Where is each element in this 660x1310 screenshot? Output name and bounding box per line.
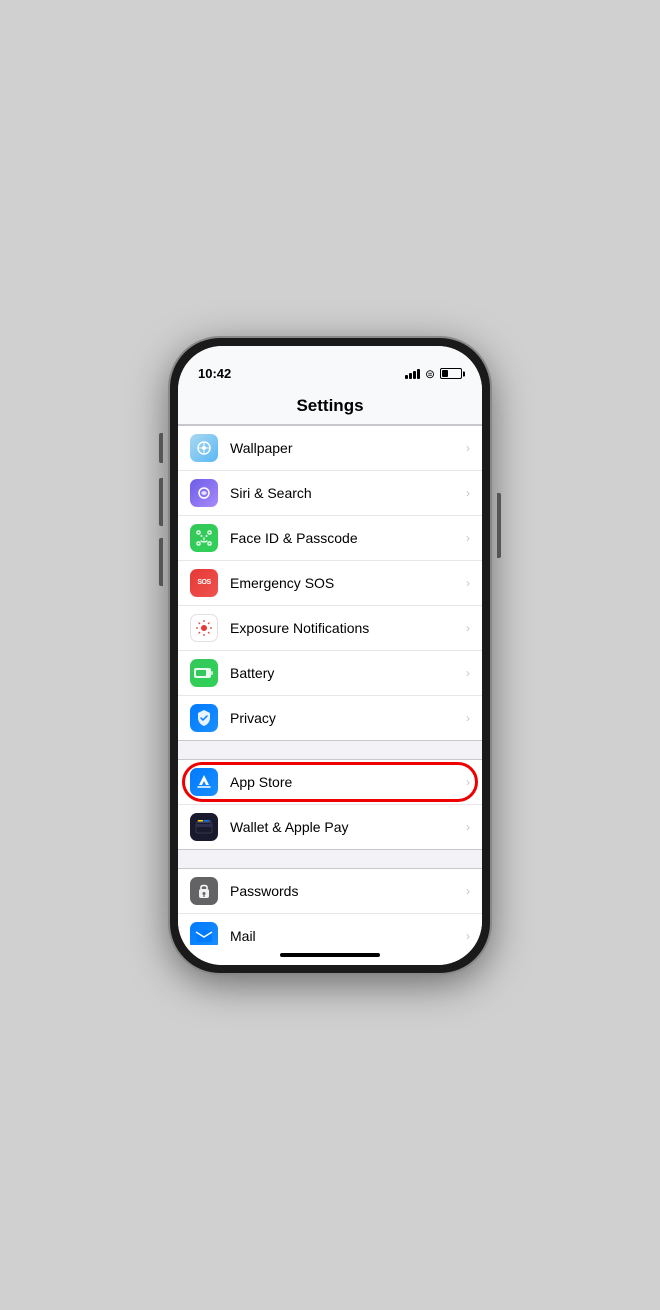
siri-label: Siri & Search <box>230 485 466 501</box>
faceid-label: Face ID & Passcode <box>230 530 466 546</box>
settings-row-wallpaper[interactable]: Wallpaper › <box>178 426 482 471</box>
home-indicator <box>178 945 482 965</box>
exposure-label: Exposure Notifications <box>230 620 466 636</box>
status-time: 10:42 <box>198 366 231 381</box>
faceid-chevron: › <box>466 531 470 545</box>
exposure-chevron: › <box>466 621 470 635</box>
settings-row-battery[interactable]: Battery › <box>178 651 482 696</box>
wallpaper-label: Wallpaper <box>230 440 466 456</box>
exposure-icon <box>190 614 218 642</box>
section-apps: Passwords › Mail › <box>178 868 482 945</box>
power-button[interactable] <box>497 493 501 558</box>
battery-label: Battery <box>230 665 466 681</box>
settings-list[interactable]: Wallpaper › Siri & Search › <box>178 425 482 945</box>
sos-chevron: › <box>466 576 470 590</box>
settings-row-passwords[interactable]: Passwords › <box>178 869 482 914</box>
privacy-label: Privacy <box>230 710 466 726</box>
passwords-icon <box>190 877 218 905</box>
settings-row-mail[interactable]: Mail › <box>178 914 482 945</box>
settings-row-sos[interactable]: SOS Emergency SOS › <box>178 561 482 606</box>
appstore-label: App Store <box>230 774 466 790</box>
faceid-icon <box>190 524 218 552</box>
sos-label: Emergency SOS <box>230 575 466 591</box>
battery-status-icon <box>440 368 462 379</box>
nav-header: Settings <box>178 390 482 425</box>
settings-row-faceid[interactable]: Face ID & Passcode › <box>178 516 482 561</box>
volume-down-button[interactable] <box>159 538 163 586</box>
passwords-chevron: › <box>466 884 470 898</box>
phone-frame: 10:42 ⊜ Settings <box>170 338 490 973</box>
battery-icon <box>190 659 218 687</box>
signal-icon <box>405 369 420 379</box>
page-title: Settings <box>296 396 363 415</box>
mail-icon <box>190 922 218 945</box>
privacy-chevron: › <box>466 711 470 725</box>
mail-chevron: › <box>466 929 470 943</box>
privacy-icon <box>190 704 218 732</box>
battery-chevron: › <box>466 666 470 680</box>
wallet-icon <box>190 813 218 841</box>
wallpaper-icon <box>190 434 218 462</box>
appstore-chevron: › <box>466 775 470 789</box>
section-store: App Store › Wallet & Apple Pay <box>178 759 482 850</box>
phone-screen: 10:42 ⊜ Settings <box>178 346 482 965</box>
settings-row-exposure[interactable]: Exposure Notifications › <box>178 606 482 651</box>
mail-label: Mail <box>230 928 466 944</box>
settings-row-privacy[interactable]: Privacy › <box>178 696 482 740</box>
wallet-chevron: › <box>466 820 470 834</box>
status-icons: ⊜ <box>405 367 462 381</box>
sos-icon: SOS <box>190 569 218 597</box>
section-system: Wallpaper › Siri & Search › <box>178 425 482 741</box>
status-bar: 10:42 ⊜ <box>178 346 482 390</box>
settings-row-wallet[interactable]: Wallet & Apple Pay › <box>178 805 482 849</box>
settings-row-siri[interactable]: Siri & Search › <box>178 471 482 516</box>
siri-icon <box>190 479 218 507</box>
wallet-label: Wallet & Apple Pay <box>230 819 466 835</box>
wifi-icon: ⊜ <box>425 367 435 381</box>
siri-chevron: › <box>466 486 470 500</box>
passwords-label: Passwords <box>230 883 466 899</box>
appstore-icon <box>190 768 218 796</box>
mute-button[interactable] <box>159 433 163 463</box>
wallpaper-chevron: › <box>466 441 470 455</box>
home-bar <box>280 953 380 957</box>
settings-row-appstore[interactable]: App Store › <box>178 760 482 805</box>
volume-up-button[interactable] <box>159 478 163 526</box>
